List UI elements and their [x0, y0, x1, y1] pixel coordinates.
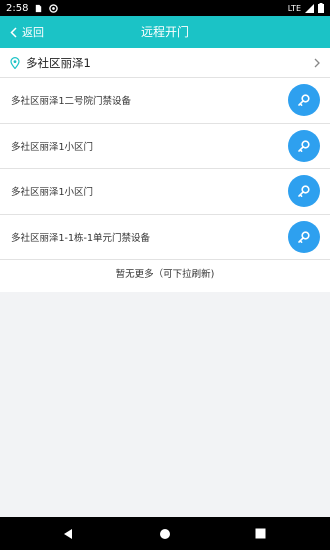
sim-card-icon	[36, 4, 42, 12]
door-row: 多社区丽泽1-1栋-1单元门禁设备	[0, 214, 330, 260]
key-icon	[298, 94, 310, 107]
door-row: 多社区丽泽1二号院门禁设备	[0, 78, 330, 124]
circle-home-icon	[160, 528, 170, 539]
door-name: 多社区丽泽1小区门	[11, 187, 94, 199]
open-door-button[interactable]	[288, 129, 320, 162]
no-more-note: 暂无更多（可下拉刷新)	[0, 260, 330, 292]
key-icon	[298, 231, 310, 243]
open-door-button[interactable]	[288, 220, 320, 253]
door-name: 多社区丽泽1小区门	[11, 141, 94, 153]
triangle-back-icon	[64, 528, 72, 539]
sync-icon	[49, 3, 59, 13]
door-name: 多社区丽泽1-1栋-1单元门禁设备	[11, 232, 150, 244]
status-time: 2:58	[6, 2, 29, 14]
open-door-button[interactable]	[288, 175, 320, 208]
chevron-right-icon	[314, 58, 320, 67]
door-row: 多社区丽泽1小区门	[0, 169, 330, 215]
door-name: 多社区丽泽1二号院门禁设备	[11, 96, 132, 108]
door-row: 多社区丽泽1小区门	[0, 123, 330, 169]
square-recents-icon	[255, 528, 265, 539]
location-selector[interactable]: 多社区丽泽1	[0, 48, 330, 78]
page-title: 远程开门	[140, 25, 189, 39]
status-bar: 2:58 LTE	[0, 0, 330, 16]
key-icon	[298, 185, 310, 198]
nav-back-button[interactable]	[48, 517, 88, 550]
app-header: 返回 远程开门	[0, 16, 330, 48]
open-door-button[interactable]	[288, 84, 320, 117]
battery-icon	[318, 3, 324, 13]
location-pin-icon	[10, 56, 20, 69]
nav-home-button[interactable]	[145, 517, 185, 550]
key-icon	[298, 140, 310, 152]
nav-recents-button[interactable]	[240, 517, 280, 550]
location-name: 多社区丽泽1	[26, 55, 91, 70]
system-nav-bar	[0, 517, 330, 550]
signal-icon	[305, 3, 314, 13]
network-type: LTE	[287, 3, 301, 13]
door-list: 多社区丽泽1二号院门禁设备 多社区丽泽1小区门 多社区丽泽1小区门 多社区丽泽1…	[0, 78, 330, 260]
